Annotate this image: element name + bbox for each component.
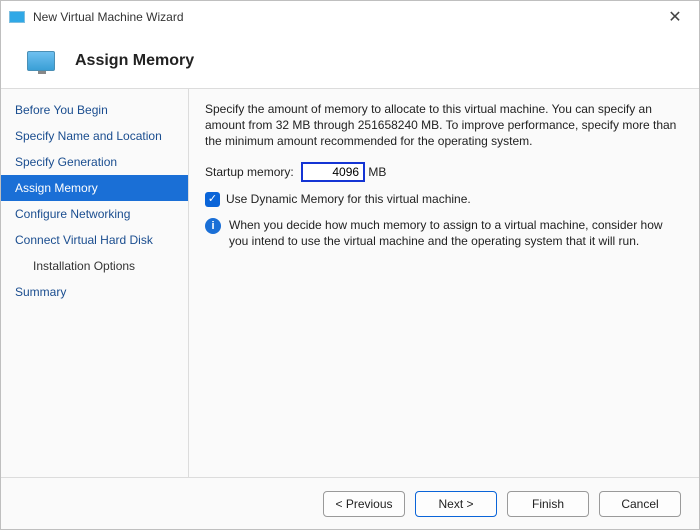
info-text: When you decide how much memory to assig… xyxy=(229,217,681,249)
close-icon[interactable]: ✕ xyxy=(659,7,691,27)
sidebar-item-installation-options[interactable]: Installation Options xyxy=(1,253,188,279)
wizard-body: Before You Begin Specify Name and Locati… xyxy=(1,89,699,477)
cancel-button[interactable]: Cancel xyxy=(599,491,681,517)
sidebar-item-specify-name[interactable]: Specify Name and Location xyxy=(1,123,188,149)
wizard-footer: < Previous Next > Finish Cancel xyxy=(1,477,699,529)
next-button[interactable]: Next > xyxy=(415,491,497,517)
startup-memory-row: Startup memory: MB xyxy=(205,162,681,182)
startup-memory-unit: MB xyxy=(368,165,386,179)
startup-memory-input[interactable] xyxy=(301,162,365,182)
sidebar-item-specify-generation[interactable]: Specify Generation xyxy=(1,149,188,175)
startup-memory-label: Startup memory: xyxy=(205,165,294,179)
sidebar-item-summary[interactable]: Summary xyxy=(1,279,188,305)
info-row: i When you decide how much memory to ass… xyxy=(205,217,681,249)
finish-button[interactable]: Finish xyxy=(507,491,589,517)
dynamic-memory-row[interactable]: ✓ Use Dynamic Memory for this virtual ma… xyxy=(205,192,681,207)
window-title: New Virtual Machine Wizard xyxy=(33,10,659,24)
info-icon: i xyxy=(205,218,221,234)
sidebar-item-before-you-begin[interactable]: Before You Begin xyxy=(1,97,188,123)
sidebar: Before You Begin Specify Name and Locati… xyxy=(1,89,189,477)
monitor-icon xyxy=(27,51,55,71)
sidebar-item-configure-networking[interactable]: Configure Networking xyxy=(1,201,188,227)
description-text: Specify the amount of memory to allocate… xyxy=(205,101,681,150)
dynamic-memory-checkbox[interactable]: ✓ xyxy=(205,192,220,207)
content-panel: Specify the amount of memory to allocate… xyxy=(189,89,699,477)
previous-button[interactable]: < Previous xyxy=(323,491,405,517)
sidebar-item-connect-vhd[interactable]: Connect Virtual Hard Disk xyxy=(1,227,188,253)
window-icon xyxy=(9,11,25,23)
page-title: Assign Memory xyxy=(75,52,194,70)
dynamic-memory-label: Use Dynamic Memory for this virtual mach… xyxy=(226,192,471,206)
wizard-header: Assign Memory xyxy=(1,33,699,89)
titlebar: New Virtual Machine Wizard ✕ xyxy=(1,1,699,33)
wizard-window: New Virtual Machine Wizard ✕ Assign Memo… xyxy=(0,0,700,530)
sidebar-item-assign-memory[interactable]: Assign Memory xyxy=(1,175,188,201)
